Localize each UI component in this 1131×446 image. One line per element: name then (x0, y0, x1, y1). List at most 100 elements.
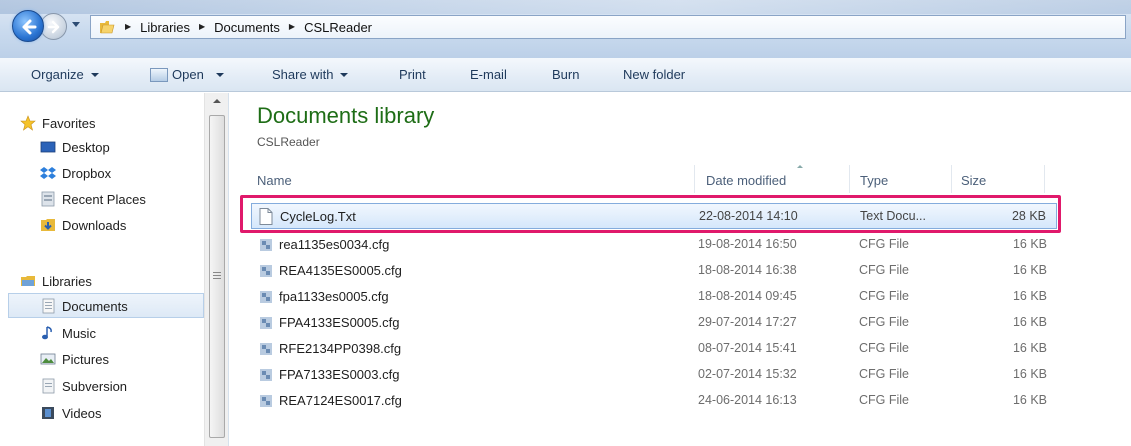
file-date: 18-08-2014 09:45 (698, 289, 797, 303)
open-button[interactable]: Open (150, 67, 224, 82)
new-folder-button[interactable]: New folder (623, 67, 685, 82)
nav-recent-places[interactable]: Recent Places (40, 188, 146, 210)
subversion-icon (40, 378, 56, 394)
file-size: 16 KB (1012, 289, 1047, 303)
nav-libraries[interactable]: Libraries (20, 270, 92, 292)
file-type: CFG File (859, 289, 909, 303)
table-row[interactable]: FPA4133ES0005.cfg 29-07-2014 17:27 CFG F… (251, 310, 1057, 336)
file-size: 16 KB (1012, 393, 1047, 407)
nav-documents-label: Documents (62, 298, 128, 314)
chevron-down-icon (340, 72, 349, 77)
cfg-file-icon (260, 395, 272, 407)
forward-button[interactable] (40, 13, 67, 40)
file-type: CFG File (859, 367, 909, 381)
table-row[interactable]: REA7124ES0017.cfg 24-06-2014 16:13 CFG F… (251, 388, 1057, 414)
column-header-size[interactable]: Size (961, 173, 986, 188)
cfg-file-icon (260, 265, 272, 277)
file-name: rea1135es0034.cfg (279, 237, 390, 252)
column-header-type[interactable]: Type (860, 173, 888, 188)
email-button[interactable]: E-mail (470, 67, 507, 82)
file-name: FPA7133ES0003.cfg (279, 367, 400, 382)
file-name: FPA4133ES0005.cfg (279, 315, 400, 330)
file-date: 19-08-2014 16:50 (698, 237, 797, 251)
scroll-up-arrow-icon[interactable] (213, 99, 221, 103)
back-button[interactable] (12, 10, 44, 42)
nav-dropbox-label: Dropbox (62, 165, 112, 181)
share-with-button[interactable]: Share with (272, 67, 349, 82)
file-size: 16 KB (1012, 367, 1047, 381)
burn-button[interactable]: Burn (552, 67, 579, 82)
nav-music[interactable]: Music (40, 322, 96, 344)
nav-favorites-label: Favorites (42, 115, 96, 131)
chevron-down-icon (90, 72, 99, 77)
table-row[interactable]: fpa1133es0005.cfg 18-08-2014 09:45 CFG F… (251, 284, 1057, 310)
file-size: 16 KB (1012, 315, 1047, 329)
nav-pictures-label: Pictures (62, 351, 109, 367)
nav-favorites[interactable]: Favorites (20, 112, 95, 134)
star-icon (20, 115, 36, 131)
cfg-file-icon (260, 239, 272, 251)
organize-label: Organize (31, 67, 84, 82)
chevron-down-icon (215, 72, 224, 77)
cfg-file-icon (260, 291, 272, 303)
nav-dropbox[interactable]: Dropbox (40, 162, 111, 184)
documents-icon (40, 298, 56, 314)
nav-music-label: Music (62, 325, 96, 341)
nav-downloads-label: Downloads (62, 217, 127, 233)
column-divider[interactable] (694, 165, 695, 193)
nav-subversion[interactable]: Subversion (40, 375, 127, 397)
sort-indicator-icon (797, 165, 803, 168)
nav-recent-places-label: Recent Places (62, 191, 146, 207)
file-date: 08-07-2014 15:41 (698, 341, 797, 355)
file-type: CFG File (859, 263, 909, 277)
file-date: 29-07-2014 17:27 (698, 315, 797, 329)
address-box[interactable]: ▶ Libraries ▶ Documents ▶ CSLReader (90, 15, 1126, 39)
nav-documents[interactable]: Documents (40, 295, 128, 317)
scrollbar-thumb[interactable] (209, 115, 225, 438)
column-header-date-modified[interactable]: Date modified (706, 173, 786, 188)
desktop-icon (40, 139, 56, 155)
table-row[interactable]: RFE2134PP0398.cfg 08-07-2014 15:41 CFG F… (251, 336, 1057, 362)
cfg-file-icon (260, 343, 272, 355)
print-button[interactable]: Print (399, 67, 426, 82)
table-row[interactable]: FPA7133ES0003.cfg 02-07-2014 15:32 CFG F… (251, 362, 1057, 388)
breadcrumb-libraries[interactable]: Libraries (140, 20, 190, 35)
dropbox-icon (40, 165, 56, 181)
breadcrumb-cslreader[interactable]: CSLReader (304, 20, 372, 35)
library-subtitle: CSLReader (257, 135, 320, 149)
nav-downloads[interactable]: Downloads (40, 214, 126, 236)
file-date: 02-07-2014 15:32 (698, 367, 797, 381)
cfg-file-icon (260, 369, 272, 381)
music-icon (40, 325, 56, 341)
file-size: 16 KB (1012, 341, 1047, 355)
file-date: 18-08-2014 16:38 (698, 263, 797, 277)
navigation-scrollbar[interactable] (204, 93, 228, 446)
file-type: CFG File (859, 341, 909, 355)
table-row[interactable]: REA4135ES0005.cfg 18-08-2014 16:38 CFG F… (251, 258, 1057, 284)
column-divider[interactable] (951, 165, 952, 193)
folder-icon (100, 21, 115, 34)
recent-pages-dropdown[interactable] (72, 22, 80, 27)
nav-desktop[interactable]: Desktop (40, 136, 110, 158)
column-divider[interactable] (849, 165, 850, 193)
nav-libraries-label: Libraries (42, 273, 92, 289)
column-divider[interactable] (1044, 165, 1045, 193)
file-list-pane: Documents library CSLReader Name Date mo… (229, 93, 1131, 446)
organize-button[interactable]: Organize (31, 67, 99, 82)
breadcrumb-documents[interactable]: Documents (214, 20, 280, 35)
navigation-pane: Favorites Desktop Dropbox Recent Places … (0, 93, 229, 446)
nav-pictures[interactable]: Pictures (40, 348, 109, 370)
videos-icon (40, 405, 56, 421)
nav-subversion-label: Subversion (62, 378, 128, 394)
file-size: 16 KB (1012, 237, 1047, 251)
libraries-icon (20, 273, 36, 289)
table-row[interactable]: rea1135es0034.cfg 19-08-2014 16:50 CFG F… (251, 232, 1057, 258)
column-header-name[interactable]: Name (257, 173, 292, 188)
file-name: RFE2134PP0398.cfg (279, 341, 402, 356)
share-with-label: Share with (272, 67, 334, 82)
back-arrow-icon (22, 19, 37, 35)
breadcrumb-separator-icon[interactable]: ▶ (199, 22, 205, 31)
forward-arrow-icon (47, 20, 60, 34)
breadcrumb-separator-icon[interactable]: ▶ (289, 22, 295, 31)
nav-videos[interactable]: Videos (40, 402, 102, 424)
